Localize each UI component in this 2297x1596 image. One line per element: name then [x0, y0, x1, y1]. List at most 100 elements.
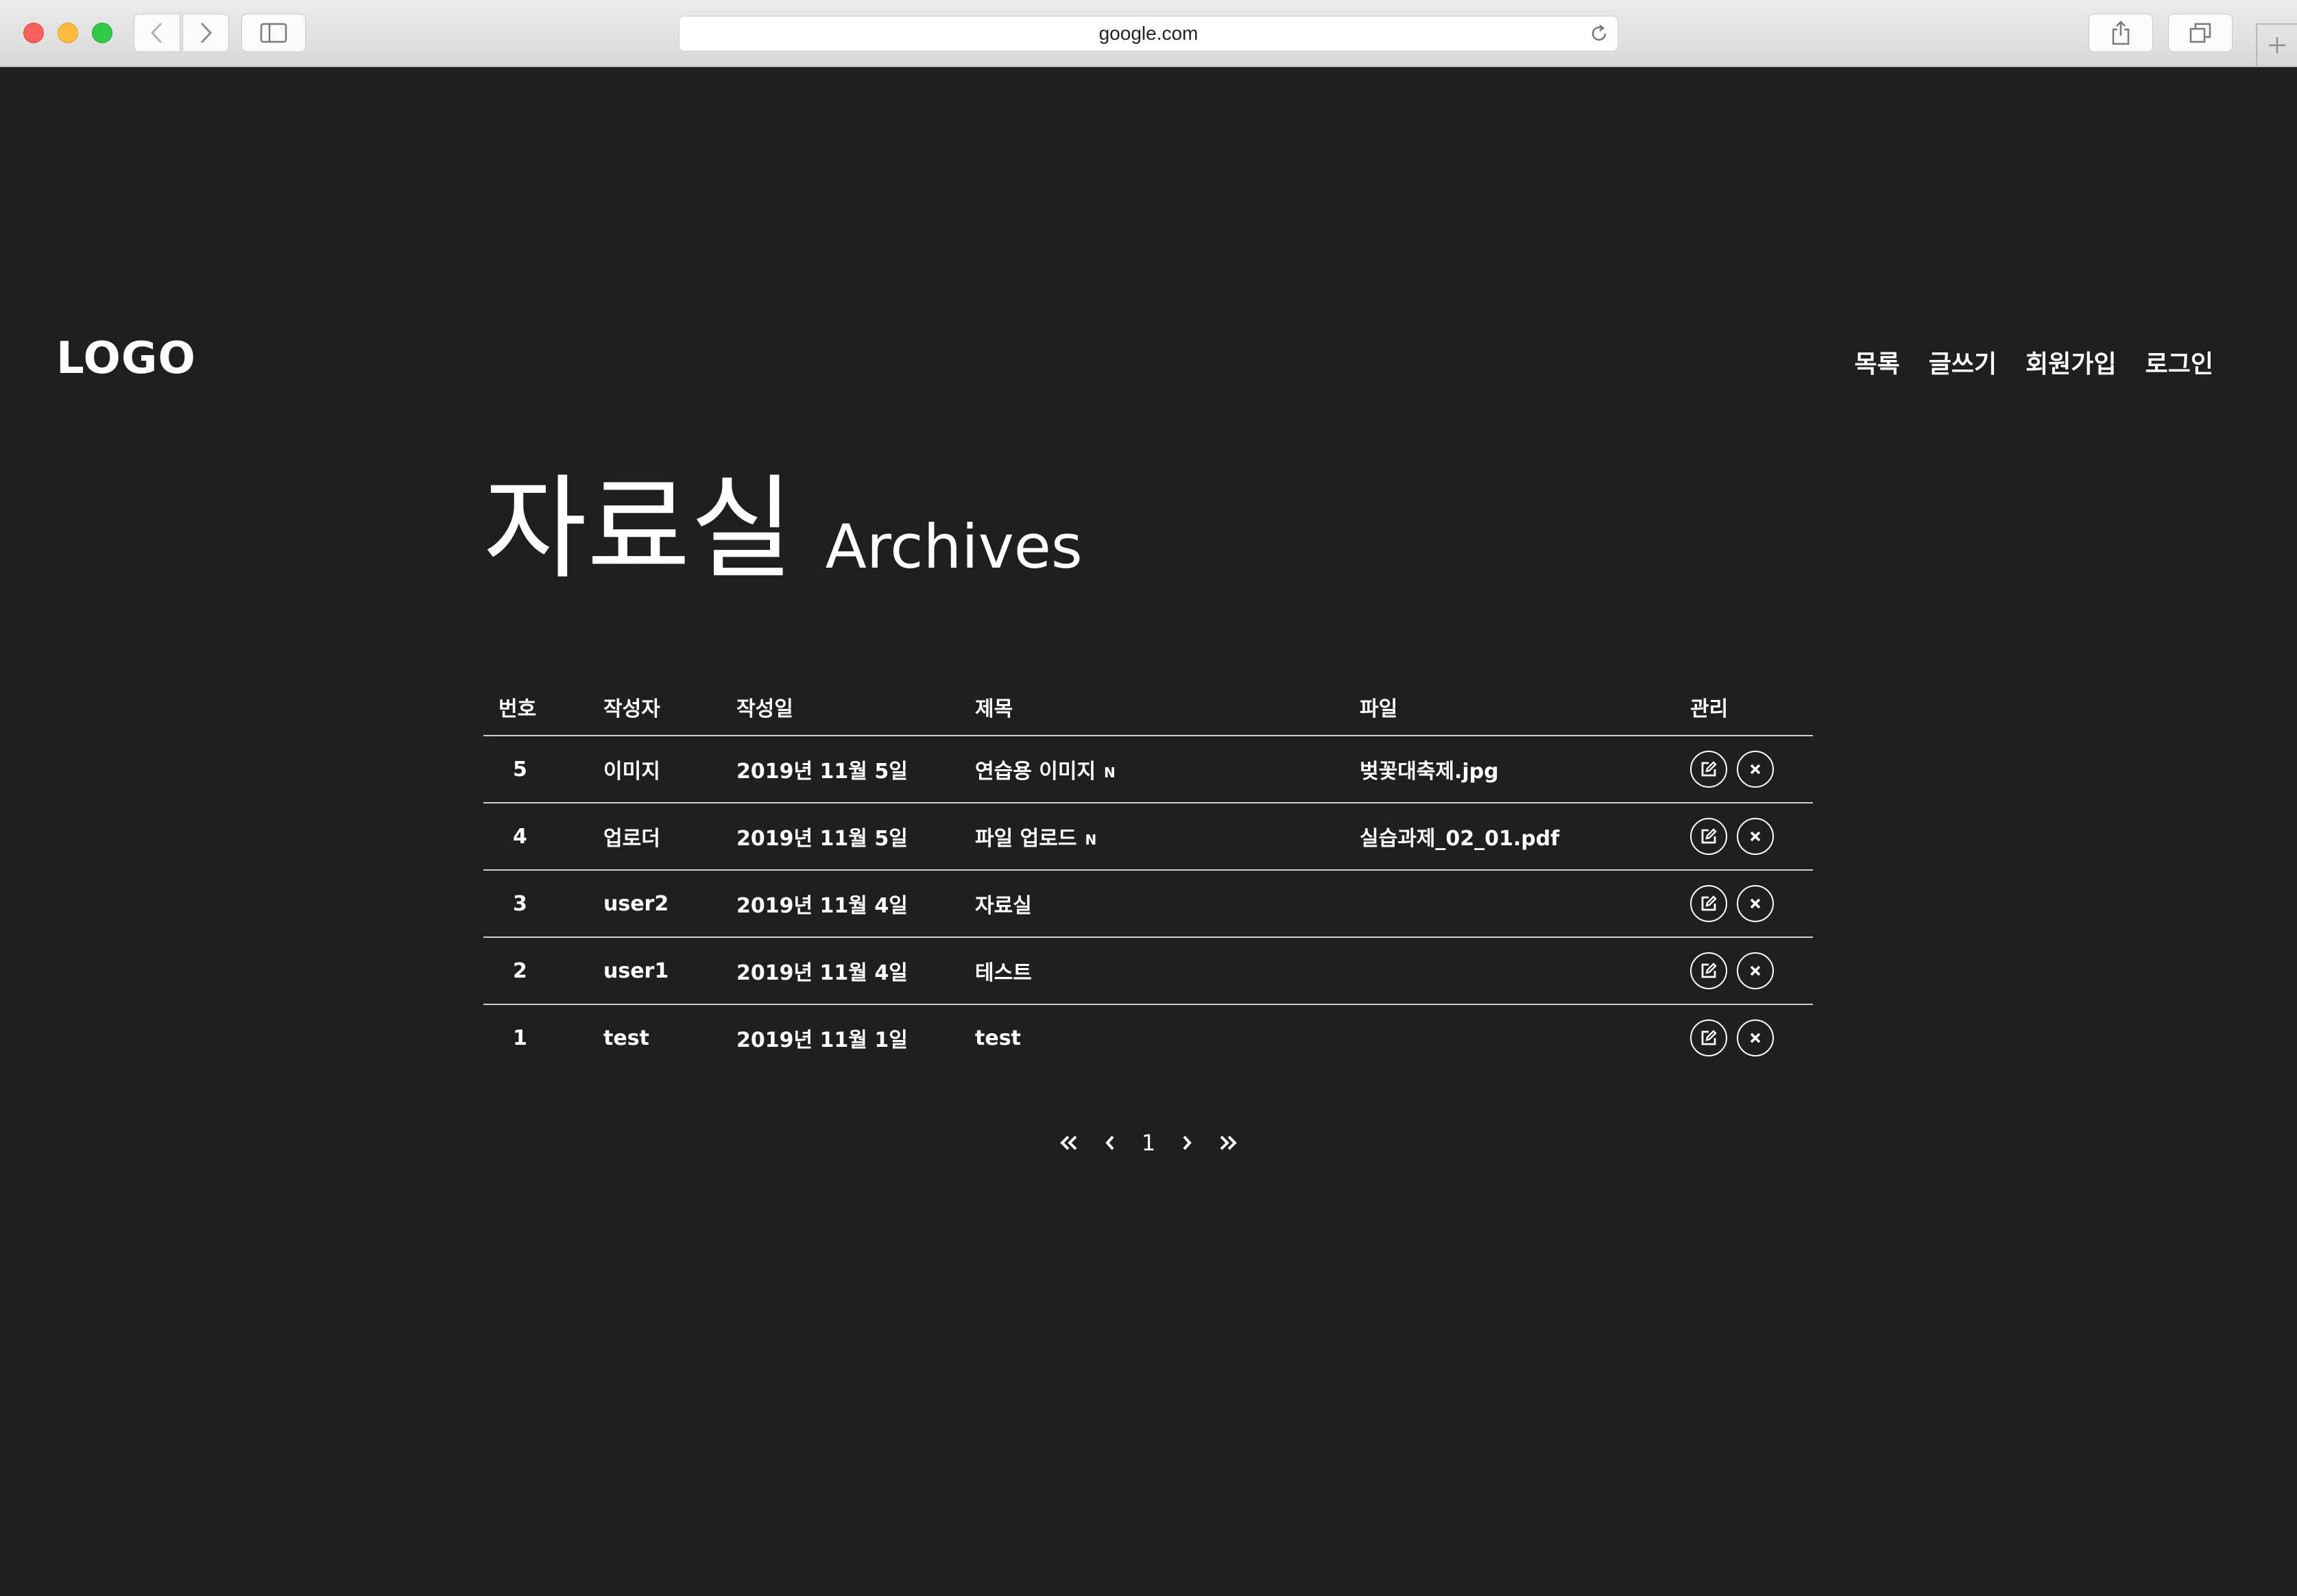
row-author: 업로더	[603, 803, 736, 871]
browser-toolbar: google.com	[0, 0, 2297, 67]
last-page-icon	[1220, 1135, 1238, 1150]
row-actions	[1690, 736, 1813, 803]
page-title: 자료실 Archives	[483, 473, 1083, 585]
next-page-icon	[1183, 1135, 1192, 1150]
maximize-window-button[interactable]	[92, 23, 112, 43]
row-file[interactable]: 실습과제_02_01.pdf	[1360, 803, 1690, 871]
nav-item-list[interactable]: 목록	[1855, 344, 1900, 380]
table-header-row: 번호 작성자 작성일 제목 파일 관리	[483, 679, 1813, 736]
row-title-cell: 연습용 이미지 N	[975, 736, 1360, 803]
row-date: 2019년 11월 4일	[736, 870, 975, 938]
row-date: 2019년 11월 5일	[736, 803, 975, 871]
delete-button[interactable]	[1737, 952, 1774, 989]
close-icon	[1750, 965, 1761, 976]
row-title-cell: 테스트	[975, 937, 1360, 1005]
edit-button[interactable]	[1690, 1019, 1727, 1056]
row-file	[1360, 1004, 1690, 1071]
address-bar[interactable]: google.com	[679, 16, 1618, 51]
column-header-title: 제목	[975, 679, 1360, 736]
close-icon	[1750, 831, 1761, 842]
nav-item-signup[interactable]: 회원가입	[2025, 344, 2116, 380]
chevron-left-icon	[150, 22, 163, 44]
nav-item-login[interactable]: 로그인	[2145, 344, 2213, 380]
last-page-button[interactable]	[1218, 1135, 1238, 1151]
delete-button[interactable]	[1737, 1019, 1774, 1056]
row-title-link[interactable]: 연습용 이미지	[975, 760, 1096, 784]
row-date: 2019년 11월 1일	[736, 1028, 908, 1052]
row-date: 2019년 11월 4일	[736, 937, 975, 1005]
page-title-korean: 자료실	[483, 463, 794, 594]
edit-icon	[1701, 963, 1717, 978]
row-title-cell: 파일 업로드 N	[975, 803, 1360, 871]
edit-button[interactable]	[1690, 952, 1727, 989]
table-row: 2 user1 2019년 11월 4일 테스트	[483, 937, 1813, 1005]
edit-button[interactable]	[1690, 885, 1727, 922]
row-author: test	[603, 1026, 649, 1050]
page-number-current[interactable]: 1	[1142, 1130, 1155, 1156]
table-row: 4 업로더 2019년 11월 5일 파일 업로드 N 실습과제_02_01.pd…	[483, 803, 1813, 871]
sidebar-toggle-button[interactable]	[241, 14, 306, 52]
row-author: user1	[603, 937, 736, 1005]
row-title-link[interactable]: 자료실	[975, 894, 1032, 918]
edit-icon	[1701, 761, 1717, 777]
edit-button[interactable]	[1690, 751, 1727, 788]
share-icon	[2112, 21, 2130, 45]
edit-button[interactable]	[1690, 818, 1727, 855]
row-title-cell: 자료실	[975, 870, 1360, 938]
row-author: 이미지	[603, 736, 736, 803]
column-header-manage: 관리	[1690, 679, 1813, 736]
row-actions	[1690, 1004, 1813, 1071]
close-icon	[1750, 1032, 1761, 1043]
new-tab-button[interactable]	[2256, 23, 2297, 66]
column-header-file: 파일	[1360, 679, 1690, 736]
nav-item-write[interactable]: 글쓰기	[1929, 344, 1997, 380]
row-title-link[interactable]: 파일 업로드	[975, 827, 1077, 851]
archive-table: 번호 작성자 작성일 제목 파일 관리 5 이미지 2019년 11월 5일 연…	[483, 679, 1813, 1071]
delete-button[interactable]	[1737, 885, 1774, 922]
back-button[interactable]	[134, 14, 180, 52]
minimize-window-button[interactable]	[58, 23, 78, 43]
reload-icon[interactable]	[1589, 23, 1609, 44]
row-author: user2	[603, 870, 736, 938]
row-number: 4	[483, 803, 603, 871]
tabs-overview-button[interactable]	[2168, 14, 2233, 52]
pagination: 1	[0, 1130, 2297, 1156]
first-page-button[interactable]	[1059, 1135, 1079, 1151]
new-badge: N	[1085, 831, 1097, 848]
page-title-english: Archives	[825, 511, 1083, 582]
row-date: 2019년 11월 5일	[736, 736, 975, 803]
row-number: 2	[483, 937, 603, 1005]
prev-page-icon	[1105, 1135, 1114, 1150]
new-badge: N	[1104, 764, 1116, 781]
edit-icon	[1701, 828, 1717, 844]
table-row: 3 user2 2019년 11월 4일 자료실	[483, 870, 1813, 938]
row-title-cell: test	[975, 1004, 1360, 1071]
edit-icon	[1701, 895, 1717, 911]
table-row: 5 이미지 2019년 11월 5일 연습용 이미지 N 벚꽃대축제.jpg	[483, 736, 1813, 803]
site-logo[interactable]: LOGO	[56, 333, 196, 384]
share-button[interactable]	[2089, 14, 2153, 52]
address-text: google.com	[1098, 23, 1199, 44]
plus-icon	[2269, 37, 2285, 53]
row-actions	[1690, 803, 1813, 871]
close-window-button[interactable]	[23, 23, 44, 43]
first-page-icon	[1059, 1135, 1077, 1150]
row-number: 5	[483, 736, 603, 803]
column-header-date: 작성일	[736, 679, 975, 736]
row-title-link[interactable]: test	[975, 1026, 1021, 1050]
edit-icon	[1701, 1030, 1717, 1045]
close-icon	[1750, 898, 1761, 909]
table-row: 1 test 2019년 11월 1일 test	[483, 1004, 1813, 1071]
column-header-number: 번호	[483, 679, 603, 736]
next-page-button[interactable]	[1181, 1135, 1192, 1151]
row-file[interactable]: 벚꽃대축제.jpg	[1360, 736, 1690, 803]
main-nav: 목록 글쓰기 회원가입 로그인	[1855, 344, 2213, 380]
row-title-link[interactable]: 테스트	[975, 961, 1032, 985]
prev-page-button[interactable]	[1105, 1135, 1116, 1151]
tabs-icon	[2189, 23, 2211, 43]
delete-button[interactable]	[1737, 818, 1774, 855]
close-icon	[1750, 764, 1761, 775]
forward-button[interactable]	[182, 14, 229, 52]
row-actions	[1690, 937, 1813, 1005]
delete-button[interactable]	[1737, 751, 1774, 788]
